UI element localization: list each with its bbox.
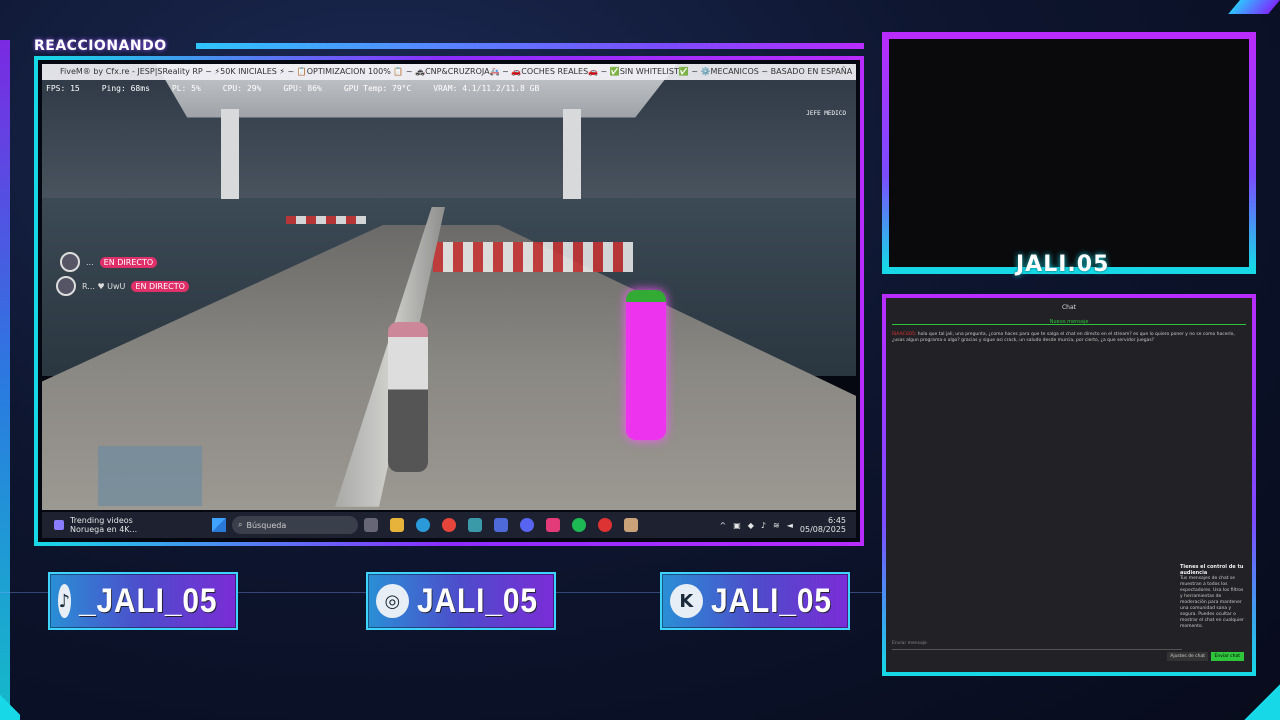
kick-icon: K [670, 584, 703, 618]
road-checker-marking [286, 215, 367, 224]
toll-pillar [221, 108, 240, 199]
neon-top-right-accent [1228, 0, 1280, 14]
video-icon [54, 520, 64, 530]
live-name: ... [86, 257, 94, 267]
social-handle: JALI_05 [710, 581, 832, 620]
streamer-name: JALI.05 [1016, 252, 1110, 277]
social-tag-instagram: ◎ JALI_05 [366, 572, 556, 630]
stat-fps: FPS: 15 [46, 84, 80, 93]
chat-notice: Tienes el control de tu audiencia Tus me… [1180, 564, 1244, 630]
toll-pillar [562, 108, 581, 199]
microphone-icon[interactable]: ♪ [761, 521, 766, 530]
edge-icon[interactable] [416, 518, 430, 532]
road-checker-marking [432, 242, 633, 273]
game-capture-frame: FiveM® by Cfx.re - JESP|SReality RP ~ ⚡5… [34, 56, 864, 546]
app-icon[interactable] [494, 518, 508, 532]
stat-ping: Ping: 68ms [101, 84, 150, 93]
avatar [60, 252, 80, 272]
windows-taskbar: Trending videos Noruega en 4K... ⌕ Búsqu… [42, 512, 856, 538]
clock-time: 6:45 [828, 516, 846, 525]
search-icon: ⌕ [238, 520, 243, 529]
overlay-title: REACCIONANDO [34, 38, 167, 54]
task-view-icon[interactable] [364, 518, 378, 532]
stat-pl: PL: 5% [171, 84, 201, 93]
widget-title: Trending videos [70, 516, 133, 525]
windows-start-icon[interactable] [212, 518, 226, 532]
stat-gpu: GPU: 86% [283, 84, 322, 93]
avatar [56, 276, 76, 296]
chat-separator [892, 324, 1246, 325]
search-placeholder: Búsqueda [246, 520, 287, 530]
tray-app-icon[interactable]: ◆ [748, 521, 754, 530]
discord-icon[interactable] [520, 518, 534, 532]
file-explorer-icon[interactable] [390, 518, 404, 532]
stat-vram: VRAM: 4.1/11.2/11.8 GB [433, 84, 540, 93]
chat-send-button[interactable]: Enviar chat [1210, 652, 1244, 661]
social-handle: JALI_05 [416, 581, 538, 620]
performance-stats: FPS: 15 Ping: 68ms PL: 5% CPU: 29% GPU: … [46, 84, 561, 93]
game-window-title: FiveM® by Cfx.re - JESP|SReality RP ~ ⚡5… [60, 67, 853, 76]
social-tag-kick: K JALI_05 [660, 572, 850, 630]
taskbar-search[interactable]: ⌕ Búsqueda [232, 516, 358, 534]
widget-subtitle: Noruega en 4K... [70, 525, 138, 534]
tiktok-app-icon[interactable] [546, 518, 560, 532]
taskbar-widget[interactable]: Trending videos Noruega en 4K... [42, 516, 212, 534]
network-icon[interactable]: ≋ [773, 521, 780, 530]
chat-input[interactable]: Enviar mensaje [892, 638, 1182, 650]
spotify-icon[interactable] [572, 518, 586, 532]
live-indicator-row: R... ♥ UwU EN DIRECTO [56, 276, 189, 296]
clock-date: 05/08/2025 [799, 525, 846, 534]
chrome-icon[interactable] [442, 518, 456, 532]
tiktok-icon: ♪ [58, 584, 71, 618]
volume-icon[interactable]: ◄ [787, 521, 793, 530]
app-icon[interactable] [468, 518, 482, 532]
webcam-frame [882, 32, 1256, 274]
neon-bottom-left-accent [0, 690, 20, 720]
stat-gpu-temp: GPU Temp: 79°C [343, 84, 412, 93]
game-minimap [98, 446, 202, 506]
chat-panel: Chat Nuevo mensaje ISAACG05: hola que ta… [882, 294, 1256, 676]
chat-message-user: ISAACG05: [892, 332, 917, 337]
taskbar-clock[interactable]: 6:45 05/08/2025 [800, 516, 846, 534]
app-icon[interactable] [598, 518, 612, 532]
tray-chevron-icon[interactable]: ^ [720, 521, 727, 530]
game-viewport: FiveM® by Cfx.re - JESP|SReality RP ~ ⚡5… [42, 64, 856, 510]
chat-notice-text: Tus mensajes de chat se muestran a todos… [1180, 576, 1244, 629]
stat-cpu: CPU: 29% [222, 84, 262, 93]
player-character-neon [626, 290, 666, 440]
chat-message-text: hola que tal jali, una pregunta, ¿como h… [892, 332, 1235, 343]
live-name: R... ♥ UwU [82, 281, 126, 291]
instagram-icon: ◎ [376, 584, 409, 618]
game-app-icon[interactable] [624, 518, 638, 532]
chat-header: Chat [1061, 304, 1077, 311]
neon-left-edge [0, 40, 10, 720]
chat-message: ISAACG05: hola que tal jali, una pregunt… [892, 332, 1248, 344]
chat-settings-button[interactable]: Ajustes de chat [1167, 652, 1208, 661]
chat-notice-title: Tienes el control de tu audiencia [1180, 564, 1244, 576]
live-badge: EN DIRECTO [131, 280, 189, 292]
tray-app-icon[interactable]: ▣ [733, 521, 741, 530]
player-character-bald [388, 322, 428, 472]
neon-bottom-right-accent [1244, 684, 1280, 720]
social-handle: _JALI_05 [78, 581, 218, 620]
live-indicator-row: ... EN DIRECTO [60, 252, 158, 272]
live-badge: EN DIRECTO [99, 256, 158, 268]
game-window-titlebar[interactable]: FiveM® by Cfx.re - JESP|SReality RP ~ ⚡5… [42, 64, 856, 80]
overlay-title-bar [196, 43, 864, 49]
hud-job-label: JEFE MEDICO [806, 110, 846, 117]
social-tag-tiktok: ♪ _JALI_05 [48, 572, 238, 630]
